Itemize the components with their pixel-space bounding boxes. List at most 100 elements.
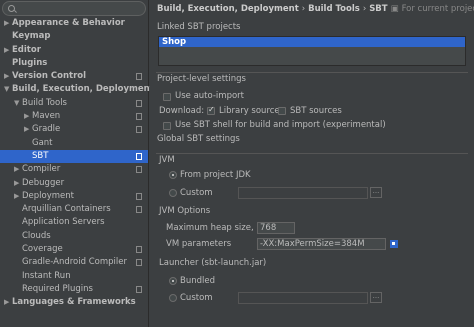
tree-item-label: Required Plugins: [22, 283, 93, 294]
tree-item-instant-run[interactable]: Instant Run: [0, 270, 148, 283]
library-sources-checkbox[interactable]: [207, 105, 215, 115]
tree-item-label: Languages & Frameworks: [12, 297, 136, 308]
section-divider: [156, 153, 468, 154]
tree-item-gradle[interactable]: ▶ Gradle: [0, 123, 148, 136]
project-config-icon: [136, 152, 142, 160]
chevron-right-icon: ▶: [4, 298, 10, 307]
tree-item-plugins[interactable]: Plugins: [0, 57, 148, 70]
project-config-icon: [136, 99, 142, 107]
auto-import-checkbox[interactable]: [163, 93, 171, 101]
tree-item-debugger[interactable]: ▶ Debugger: [0, 177, 148, 190]
tree-item-coverage[interactable]: Coverage: [0, 243, 148, 256]
launcher-custom-label: Custom: [180, 293, 213, 303]
tree-item-label: Gradle-Android Compiler: [22, 257, 127, 268]
chevron-right-icon: ▶: [24, 125, 30, 134]
sbt-shell-checkbox[interactable]: [163, 122, 171, 130]
jvm-custom-label: Custom: [180, 188, 213, 198]
tree-item-version-control[interactable]: ▶ Version Control: [0, 70, 148, 83]
breadcrumb-separator: ›: [362, 4, 367, 14]
sbt-shell-label: Use SBT shell for build and import (expe…: [175, 120, 386, 130]
library-sources-label: Library sources: [219, 106, 285, 116]
tree-item-gradle-android-compiler[interactable]: Gradle-Android Compiler: [0, 256, 148, 269]
tree-item-maven[interactable]: ▶ Maven: [0, 110, 148, 123]
linked-projects-list[interactable]: Shop: [158, 36, 466, 66]
chevron-right-icon: ▶: [4, 45, 10, 54]
sbt-sources-checkbox[interactable]: [278, 107, 286, 115]
tree-item-compiler[interactable]: ▶ Compiler: [0, 163, 148, 176]
tree-item-languages-frameworks[interactable]: ▶ Languages & Frameworks: [0, 296, 148, 309]
project-config-icon: ▣: [390, 4, 399, 14]
project-config-icon: [136, 166, 142, 174]
jvm-from-project-radio[interactable]: [169, 171, 177, 179]
tree-item-label: Maven: [32, 111, 61, 122]
settings-search-input[interactable]: [2, 1, 146, 16]
download-label: Download:: [159, 106, 205, 116]
jvm-custom-radio[interactable]: [169, 189, 177, 197]
jvm-options-title: JVM Options: [159, 206, 211, 216]
project-config-icon: [136, 285, 142, 293]
project-config-icon: [136, 192, 142, 200]
settings-sidebar: ▶ Appearance & Behavior Keymap ▶ Editor Pl…: [0, 0, 154, 327]
tree-item-keymap[interactable]: Keymap: [0, 30, 148, 43]
breadcrumb-item: Build, Execution, Deployment: [157, 4, 299, 14]
jvm-from-project-label: From project JDK: [180, 170, 251, 180]
project-config-icon: [136, 259, 142, 267]
tree-item-label: Build Tools: [22, 97, 67, 108]
launcher-section-title: Launcher (sbt-launch.jar): [159, 258, 267, 268]
tree-item-editor[interactable]: ▶ Editor: [0, 44, 148, 57]
auto-import-label: Use auto-import: [175, 91, 245, 101]
launcher-browse-button[interactable]: ...: [370, 292, 382, 303]
list-item[interactable]: Shop: [159, 37, 465, 47]
tree-item-application-servers[interactable]: Application Servers: [0, 216, 148, 229]
breadcrumb: Build, Execution, Deployment › Build Too…: [157, 2, 474, 16]
sbt-sources-label: SBT sources: [290, 106, 342, 116]
tree-item-label: Plugins: [12, 57, 48, 68]
tree-item-label: Coverage: [22, 244, 63, 255]
jvm-browse-button[interactable]: ...: [370, 187, 382, 198]
tree-item-label: Build, Execution, Deployment: [12, 84, 154, 95]
tree-item-build-execution-deployment[interactable]: ▼ Build, Execution, Deployment: [0, 83, 154, 96]
project-config-icon: [136, 246, 142, 254]
breadcrumb-item: SBT: [369, 4, 388, 14]
tree-item-label: Clouds: [22, 230, 51, 241]
launcher-custom-radio[interactable]: [169, 294, 177, 302]
section-divider: [156, 72, 468, 73]
tree-item-sbt[interactable]: SBT: [0, 149, 148, 164]
chevron-right-icon: ▶: [24, 112, 30, 121]
tree-item-label: SBT: [32, 150, 49, 161]
chevron-right-icon: ▶: [14, 178, 20, 187]
tree-item-deployment[interactable]: ▶ Deployment: [0, 190, 148, 203]
tree-item-appearance-behavior[interactable]: ▶ Appearance & Behavior: [0, 17, 148, 30]
vm-parameters-label: VM parameters: [166, 239, 232, 249]
project-config-icon: [136, 113, 142, 121]
tree-item-required-plugins[interactable]: Required Plugins: [0, 283, 148, 296]
global-settings-title: Global SBT settings: [157, 134, 240, 144]
chevron-right-icon: ▶: [4, 72, 10, 81]
tree-item-build-tools[interactable]: ▼ Build Tools: [0, 97, 148, 110]
heap-size-label: Maximum heap size, MB: [166, 223, 270, 233]
tree-item-gant[interactable]: Gant: [0, 137, 148, 150]
settings-tree: ▶ Appearance & Behavior Keymap ▶ Editor Pl…: [0, 17, 154, 310]
project-config-icon: [136, 206, 142, 214]
chevron-right-icon: ▶: [14, 165, 20, 174]
heap-size-input[interactable]: 768: [257, 222, 295, 234]
tree-item-label: Version Control: [12, 71, 87, 82]
jvm-section-title: JVM: [159, 155, 175, 165]
chevron-right-icon: ▶: [14, 191, 20, 200]
project-scope-note: For current project: [401, 4, 474, 14]
project-config-icon: [136, 73, 142, 81]
breadcrumb-separator: ›: [301, 4, 306, 14]
expand-field-icon[interactable]: [390, 240, 398, 248]
linked-projects-title: Linked SBT projects: [157, 22, 241, 32]
launcher-custom-path-field[interactable]: [238, 292, 368, 304]
vm-parameters-input[interactable]: -XX:MaxPermSize=384M: [257, 238, 386, 250]
chevron-down-icon: ▼: [14, 98, 20, 107]
tree-item-clouds[interactable]: Clouds: [0, 230, 148, 243]
launcher-bundled-radio[interactable]: [169, 277, 177, 285]
tree-item-label: Keymap: [12, 31, 51, 42]
launcher-bundled-label: Bundled: [180, 276, 215, 286]
jvm-custom-path-field[interactable]: [238, 187, 368, 199]
tree-item-label: Instant Run: [22, 270, 71, 281]
tree-item-arquillian-containers[interactable]: Arquillian Containers: [0, 203, 148, 216]
chevron-down-icon: ▼: [4, 85, 10, 94]
